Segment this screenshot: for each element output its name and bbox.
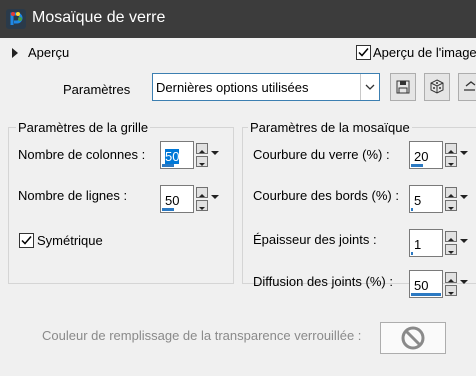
glass-curvature-label: Courbure du verre (%) : (253, 147, 390, 162)
paintshop-icon (6, 9, 26, 29)
joint-thickness-input[interactable]: 1 (409, 229, 443, 257)
spin-down-icon[interactable] (445, 200, 457, 211)
transparency-fill-label: Couleur de remplissage de la transparenc… (42, 328, 362, 343)
reset-button[interactable] (458, 73, 476, 101)
rows-label: Nombre de lignes : (18, 188, 128, 203)
glass-curvature-spinner[interactable]: 20 (409, 141, 473, 169)
reset-icon (464, 81, 476, 91)
glass-curvature-slider-bar (411, 164, 423, 167)
spin-down-icon[interactable] (196, 200, 208, 211)
spin-down-icon[interactable] (445, 285, 457, 296)
dropdown-arrow-icon[interactable] (459, 185, 469, 213)
rows-input[interactable]: 50 (160, 185, 194, 213)
spin-up-icon[interactable] (196, 143, 208, 154)
symmetric-checkbox[interactable] (19, 233, 34, 248)
symmetric-label[interactable]: Symétrique (37, 233, 103, 248)
spin-up-icon[interactable] (196, 187, 208, 198)
rows-slider-bar (162, 208, 174, 211)
spin-up-icon[interactable] (445, 187, 457, 198)
presets-dropdown-value: Dernières options utilisées (156, 80, 309, 95)
preview-section-label[interactable]: Aperçu (28, 45, 69, 60)
preview-checkbox-label[interactable]: Aperçu de l'image (373, 45, 476, 60)
columns-label: Nombre de colonnes : (18, 147, 146, 162)
save-preset-icon (396, 80, 410, 94)
glass-curvature-input[interactable]: 20 (409, 141, 443, 169)
dropdown-arrow-icon[interactable] (210, 141, 220, 169)
columns-slider-bar (162, 164, 174, 167)
dropdown-arrow-icon[interactable] (360, 74, 379, 100)
joint-diffusion-input[interactable]: 50 (409, 270, 443, 298)
random-dice-icon (430, 79, 444, 94)
joint-diffusion-slider-bar (411, 293, 441, 296)
dropdown-arrow-icon[interactable] (459, 141, 469, 169)
save-preset-button[interactable] (390, 73, 416, 101)
edge-curvature-slider-bar (411, 208, 413, 211)
spin-down-icon[interactable] (445, 156, 457, 167)
mosaic-group-title: Paramètres de la mosaïque (248, 120, 412, 135)
dropdown-arrow-icon[interactable] (459, 270, 469, 298)
presets-label: Paramètres (63, 82, 131, 97)
no-color-icon (401, 326, 425, 350)
checkmark-icon (21, 236, 32, 245)
edge-curvature-input[interactable]: 5 (409, 185, 443, 213)
random-button[interactable] (424, 73, 450, 101)
spin-down-icon[interactable] (196, 156, 208, 167)
spin-up-icon[interactable] (445, 272, 457, 283)
joint-diffusion-spinner[interactable]: 50 (409, 270, 473, 298)
transparency-color-button[interactable] (380, 322, 446, 354)
checkmark-icon (358, 48, 369, 57)
window-title: Mosaïque de verre (32, 9, 166, 26)
edge-curvature-spinner[interactable]: 5 (409, 185, 473, 213)
grid-group-title: Paramètres de la grille (16, 120, 151, 135)
spin-up-icon[interactable] (445, 231, 457, 242)
spin-up-icon[interactable] (445, 143, 457, 154)
joint-thickness-slider-bar (411, 252, 413, 255)
dropdown-arrow-icon[interactable] (210, 185, 220, 213)
expand-triangle-icon[interactable] (12, 48, 18, 58)
rows-spinner[interactable]: 50 (160, 185, 224, 213)
edge-curvature-label: Courbure des bords (%) : (253, 188, 399, 203)
joint-thickness-spinner[interactable]: 1 (409, 229, 473, 257)
columns-input[interactable]: 50 (160, 141, 194, 169)
spin-down-icon[interactable] (445, 244, 457, 255)
joint-thickness-label: Épaisseur des joints : (253, 232, 377, 247)
dropdown-arrow-icon[interactable] (459, 229, 469, 257)
preview-checkbox[interactable] (356, 45, 371, 60)
presets-dropdown[interactable]: Dernières options utilisées (152, 73, 380, 101)
joint-diffusion-label: Diffusion des joints (%) : (253, 274, 393, 289)
columns-spinner[interactable]: 50 (160, 141, 224, 169)
